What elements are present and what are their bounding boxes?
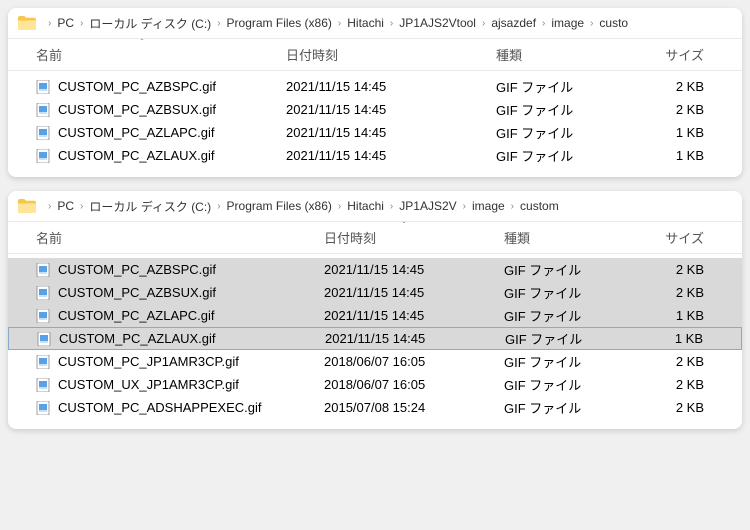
file-name: CUSTOM_PC_AZLAUX.gif	[59, 331, 216, 346]
breadcrumb-item[interactable]: JP1AJS2Vtool	[399, 16, 476, 30]
chevron-right-icon: ›	[80, 18, 83, 29]
chevron-right-icon: ›	[48, 18, 51, 29]
breadcrumb-item[interactable]: PC	[57, 199, 74, 213]
breadcrumb-item[interactable]: Hitachi	[347, 199, 384, 213]
breadcrumb-item[interactable]: ローカル ディスク (C:)	[89, 15, 211, 32]
column-header-type[interactable]: 種類	[494, 222, 646, 253]
chevron-right-icon: ›	[511, 201, 514, 212]
file-size: 1 KB	[636, 142, 742, 169]
file-name: CUSTOM_PC_AZBSUX.gif	[58, 285, 216, 300]
explorer-window-2: › PC › ローカル ディスク (C:) › Program Files (x…	[8, 191, 742, 429]
image-file-icon	[37, 332, 51, 346]
breadcrumb-item[interactable]: image	[472, 199, 505, 213]
breadcrumb-item[interactable]: ローカル ディスク (C:)	[89, 198, 211, 215]
image-file-icon	[36, 263, 50, 277]
image-file-icon	[36, 80, 50, 94]
file-name: CUSTOM_PC_AZBSPC.gif	[58, 79, 216, 94]
file-list: CUSTOM_PC_AZBSPC.gif2021/11/15 14:45GIF …	[8, 254, 742, 429]
chevron-right-icon: ›	[217, 201, 220, 212]
column-header-date[interactable]: ˇ 日付時刻	[314, 222, 494, 253]
breadcrumb[interactable]: › PC › ローカル ディスク (C:) › Program Files (x…	[8, 8, 742, 38]
breadcrumb-item[interactable]: Hitachi	[347, 16, 384, 30]
column-label: 名前	[36, 45, 62, 64]
breadcrumb[interactable]: › PC › ローカル ディスク (C:) › Program Files (x…	[8, 191, 742, 221]
file-name: CUSTOM_UX_JP1AMR3CP.gif	[58, 377, 239, 392]
chevron-right-icon: ›	[80, 201, 83, 212]
chevron-right-icon: ›	[217, 18, 220, 29]
image-file-icon	[36, 286, 50, 300]
image-file-icon	[36, 401, 50, 415]
image-file-icon	[36, 378, 50, 392]
file-row[interactable]: CUSTOM_PC_AZLAUX.gif2021/11/15 14:45GIF …	[8, 144, 742, 167]
column-header-size[interactable]: サイズ	[646, 222, 742, 253]
file-name: CUSTOM_PC_AZLAUX.gif	[58, 148, 215, 163]
image-file-icon	[36, 103, 50, 117]
breadcrumb-item[interactable]: custom	[520, 199, 559, 213]
chevron-right-icon: ›	[48, 201, 51, 212]
file-row[interactable]: CUSTOM_PC_ADSHAPPEXEC.gif 2015/07/08 15:2…	[8, 396, 742, 419]
file-size: 2 KB	[646, 394, 742, 421]
file-name-cell: CUSTOM_PC_ADSHAPPEXEC.gif	[8, 394, 314, 421]
folder-icon	[18, 16, 36, 31]
breadcrumb-item[interactable]: PC	[57, 16, 74, 30]
breadcrumb-item[interactable]: Program Files (x86)	[227, 16, 332, 30]
breadcrumb-item[interactable]: custo	[599, 16, 628, 30]
chevron-right-icon: ›	[338, 18, 341, 29]
chevron-right-icon: ›	[590, 18, 593, 29]
sort-desc-icon: ˇ	[403, 221, 406, 230]
file-list: CUSTOM_PC_AZBSPC.gif 2021/11/15 14:45GIF …	[8, 71, 742, 177]
column-header-size[interactable]: サイズ	[636, 39, 742, 70]
breadcrumb-item[interactable]: Program Files (x86)	[227, 199, 332, 213]
column-header-name[interactable]: 名前	[8, 222, 314, 253]
chevron-right-icon: ›	[338, 201, 341, 212]
image-file-icon	[36, 309, 50, 323]
image-file-icon	[36, 355, 50, 369]
image-file-icon	[36, 126, 50, 140]
breadcrumb-item[interactable]: JP1AJS2V	[399, 199, 456, 213]
file-name: CUSTOM_PC_AZLAPC.gif	[58, 125, 215, 140]
chevron-right-icon: ›	[463, 201, 466, 212]
column-header-name[interactable]: ˆ 名前	[8, 39, 276, 70]
column-headers: ˆ 名前 日付時刻 種類 サイズ	[8, 38, 742, 71]
column-header-type[interactable]: 種類	[486, 39, 636, 70]
file-name: CUSTOM_PC_AZBSPC.gif	[58, 262, 216, 277]
sort-asc-icon: ˆ	[141, 38, 144, 47]
column-label: 日付時刻	[324, 228, 376, 247]
breadcrumb-item[interactable]: ajsazdef	[491, 16, 536, 30]
file-name: CUSTOM_PC_AZLAPC.gif	[58, 308, 215, 323]
breadcrumb-item[interactable]: image	[551, 16, 584, 30]
chevron-right-icon: ›	[542, 18, 545, 29]
explorer-window-1: › PC › ローカル ディスク (C:) › Program Files (x…	[8, 8, 742, 177]
column-header-date[interactable]: 日付時刻	[276, 39, 486, 70]
folder-icon	[18, 199, 36, 214]
file-name: CUSTOM_PC_AZBSUX.gif	[58, 102, 216, 117]
file-name: CUSTOM_PC_JP1AMR3CP.gif	[58, 354, 239, 369]
file-type: GIF ファイル	[486, 140, 636, 171]
file-type: GIF ファイル	[494, 392, 646, 423]
file-date: 2015/07/08 15:24	[314, 394, 494, 421]
chevron-right-icon: ›	[390, 201, 393, 212]
chevron-right-icon: ›	[482, 18, 485, 29]
column-headers: 名前 ˇ 日付時刻 種類 サイズ	[8, 221, 742, 254]
chevron-right-icon: ›	[390, 18, 393, 29]
file-name: CUSTOM_PC_ADSHAPPEXEC.gif	[58, 400, 262, 415]
file-date: 2021/11/15 14:45	[276, 142, 486, 169]
image-file-icon	[36, 149, 50, 163]
file-name-cell: CUSTOM_PC_AZLAUX.gif	[8, 142, 276, 169]
